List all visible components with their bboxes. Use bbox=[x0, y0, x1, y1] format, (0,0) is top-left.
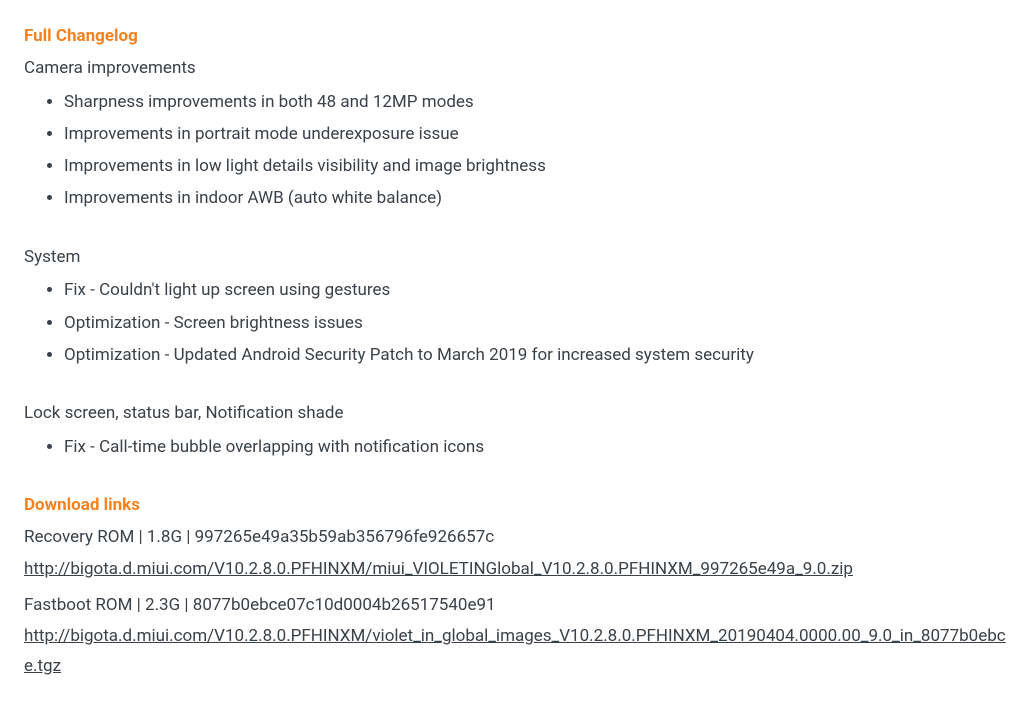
list-item: Improvements in low light details visibi… bbox=[64, 150, 1009, 182]
rom-info-line: Fastboot ROM | 2.3G | 8077b0ebce07c10d00… bbox=[24, 591, 1009, 621]
download-link-recovery[interactable]: http://bigota.d.miui.com/V10.2.8.0.PFHIN… bbox=[24, 559, 853, 579]
download-heading: Download links bbox=[24, 491, 1009, 521]
download-link-fastboot[interactable]: http://bigota.d.miui.com/V10.2.8.0.PFHIN… bbox=[24, 626, 1006, 676]
section-list: Fix - Call-time bubble overlapping with … bbox=[24, 431, 1009, 463]
list-item: Fix - Call-time bubble overlapping with … bbox=[64, 431, 1009, 463]
list-item: Optimization - Updated Android Security … bbox=[64, 339, 1009, 371]
section-list: Sharpness improvements in both 48 and 12… bbox=[24, 86, 1009, 215]
list-item: Fix - Couldn't light up screen using ges… bbox=[64, 274, 1009, 306]
rom-info-line: Recovery ROM | 1.8G | 997265e49a35b59ab3… bbox=[24, 523, 1009, 553]
list-item: Improvements in portrait mode underexpos… bbox=[64, 118, 1009, 150]
section-title: Lock screen, status bar, Notification sh… bbox=[24, 399, 1009, 429]
list-item: Optimization - Screen brightness issues bbox=[64, 307, 1009, 339]
list-item: Improvements in indoor AWB (auto white b… bbox=[64, 182, 1009, 214]
section-title: Camera improvements bbox=[24, 54, 1009, 84]
section-title: System bbox=[24, 243, 1009, 273]
section-list: Fix - Couldn't light up screen using ges… bbox=[24, 274, 1009, 371]
changelog-heading: Full Changelog bbox=[24, 22, 1009, 52]
list-item: Sharpness improvements in both 48 and 12… bbox=[64, 86, 1009, 118]
